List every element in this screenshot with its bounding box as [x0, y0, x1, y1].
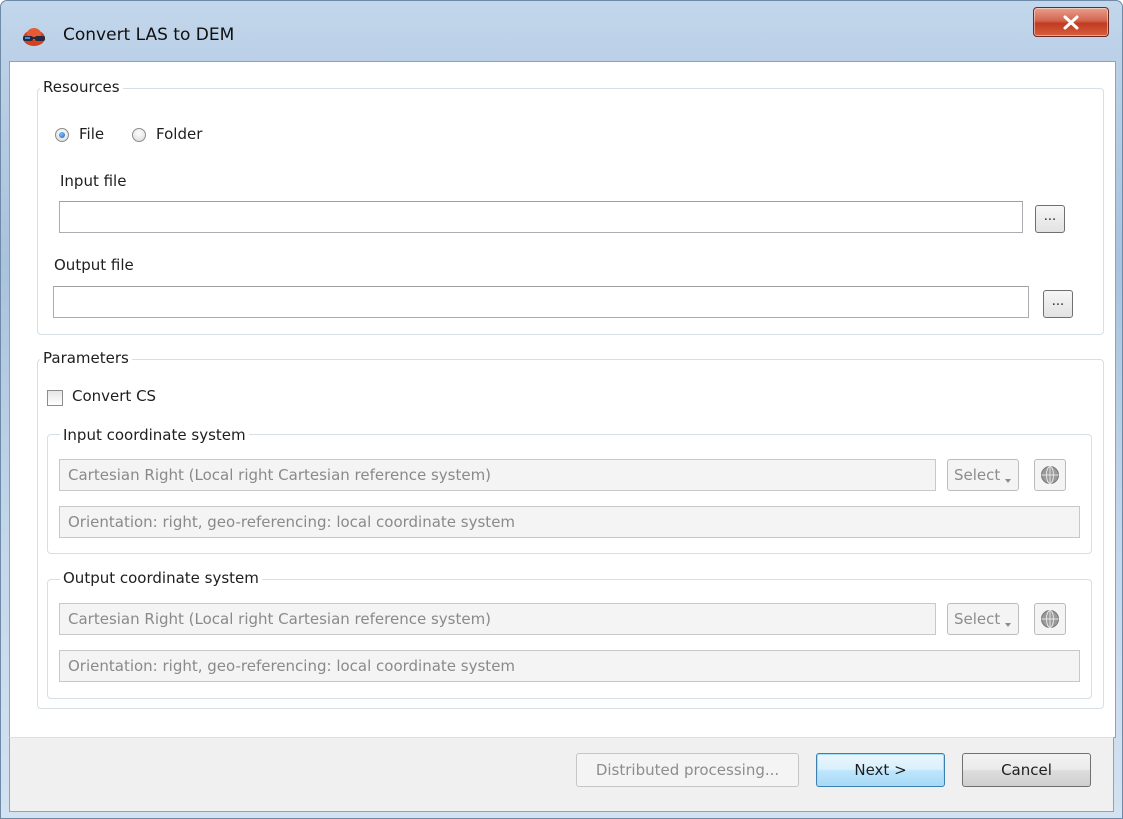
chevron-down-icon: [1005, 479, 1011, 483]
output-cs-description-field: Orientation: right, geo-referencing: loc…: [59, 650, 1080, 682]
file-radio[interactable]: [55, 128, 69, 142]
input-cs-globe-button[interactable]: [1034, 459, 1066, 491]
input-file-field[interactable]: [59, 201, 1023, 233]
chevron-down-icon: [1005, 623, 1011, 627]
output-file-field[interactable]: [53, 286, 1029, 318]
distributed-processing-button[interactable]: Distributed processing...: [576, 753, 799, 787]
globe-icon: [1041, 610, 1059, 628]
output-cs-globe-button[interactable]: [1034, 603, 1066, 635]
input-cs-select-button[interactable]: Select: [947, 459, 1019, 491]
file-radio-label[interactable]: File: [79, 125, 104, 143]
input-cs-system-field: Cartesian Right (Local right Cartesian r…: [59, 459, 936, 491]
close-x-icon: [1063, 15, 1079, 30]
convert-cs-label[interactable]: Convert CS: [72, 387, 156, 405]
input-cs-group-title: Input coordinate system: [60, 426, 249, 444]
input-cs-select-label: Select: [954, 466, 1001, 484]
input-cs-description-field: Orientation: right, geo-referencing: loc…: [59, 506, 1080, 538]
input-file-browse-button[interactable]: ...: [1035, 205, 1065, 233]
output-cs-system-field: Cartesian Right (Local right Cartesian r…: [59, 603, 936, 635]
window-title: Convert LAS to DEM: [63, 25, 235, 45]
output-cs-select-label: Select: [954, 610, 1001, 628]
next-button[interactable]: Next >: [816, 753, 945, 787]
output-file-label: Output file: [54, 256, 134, 274]
output-cs-group-title: Output coordinate system: [60, 569, 262, 587]
globe-icon: [1041, 466, 1059, 484]
cancel-button[interactable]: Cancel: [962, 753, 1091, 787]
title-bar[interactable]: Convert LAS to DEM: [1, 1, 1122, 61]
output-cs-select-button[interactable]: Select: [947, 603, 1019, 635]
close-button[interactable]: [1033, 7, 1109, 37]
convert-cs-checkbox[interactable]: [47, 390, 63, 406]
app-logo-icon: [23, 28, 45, 46]
dialog-content: Resources File Folder Input file ... Out…: [9, 61, 1116, 738]
parameters-group-title: Parameters: [40, 349, 132, 367]
dialog-window: Convert LAS to DEM Resources File Folder…: [0, 0, 1123, 819]
output-file-browse-button[interactable]: ...: [1043, 290, 1073, 318]
button-bar: Distributed processing... Next > Cancel: [9, 737, 1114, 812]
resources-group-title: Resources: [40, 78, 123, 96]
input-file-label: Input file: [60, 172, 127, 190]
folder-radio[interactable]: [132, 128, 146, 142]
folder-radio-label[interactable]: Folder: [156, 125, 202, 143]
